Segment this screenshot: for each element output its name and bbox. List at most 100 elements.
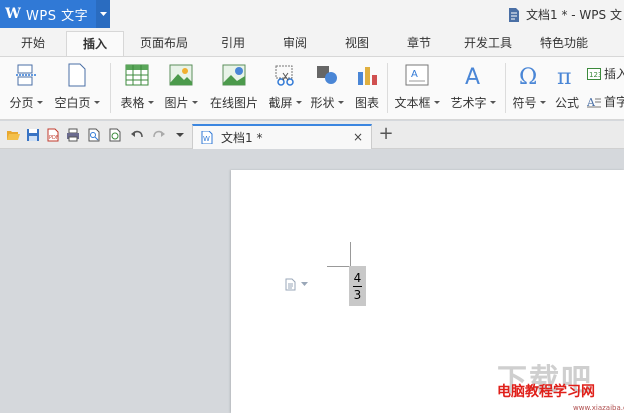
tab-special[interactable]: 特色功能 xyxy=(532,31,596,56)
picture-icon xyxy=(167,62,195,88)
chevron-down-icon xyxy=(191,101,198,104)
insert-number-button[interactable]: 123 插入 xyxy=(587,65,624,82)
omega-icon: Ω xyxy=(515,62,543,88)
chart-button[interactable]: 图表 xyxy=(352,62,382,116)
chart-label: 图表 xyxy=(354,96,379,110)
margin-marker xyxy=(327,266,351,267)
blank-page-button[interactable]: 空白页 xyxy=(52,62,102,116)
tab-view[interactable]: 视图 xyxy=(334,31,380,56)
fraction-numerator: 4 xyxy=(353,270,362,285)
bar-chart-icon xyxy=(353,62,381,88)
chevron-down-icon xyxy=(36,101,43,104)
document-icon: W xyxy=(201,131,213,144)
fraction-equation[interactable]: 4 3 xyxy=(349,266,366,306)
redo-icon[interactable] xyxy=(152,128,166,142)
tab-page-layout[interactable]: 页面布局 xyxy=(134,31,194,56)
close-icon[interactable]: × xyxy=(353,130,363,144)
tab-references[interactable]: 引用 xyxy=(210,31,256,56)
title-bar: W WPS 文字 文档1 * - WPS 文 xyxy=(0,0,624,31)
svg-text:PDF: PDF xyxy=(49,135,59,141)
ribbon-tabs: 开始 插入 页面布局 引用 审阅 视图 章节 开发工具 特色功能 xyxy=(0,31,624,57)
scissors-icon xyxy=(271,62,299,88)
paste-options-button[interactable] xyxy=(283,277,308,291)
shape-button[interactable]: 形状 xyxy=(308,62,346,116)
chevron-down-icon xyxy=(93,101,100,104)
export-pdf-icon[interactable]: PDF xyxy=(46,128,60,142)
symbol-button[interactable]: Ω 符号 xyxy=(510,62,548,116)
app-name: WPS 文字 xyxy=(26,8,89,24)
chevron-down-icon xyxy=(295,101,302,104)
wordart-label: 艺术字 xyxy=(450,96,487,110)
tab-insert[interactable]: 插入 xyxy=(66,31,124,57)
undo-icon[interactable] xyxy=(130,128,144,142)
watermark: 下载吧 电脑教程学习网 www.xiazaiba.com xyxy=(497,355,624,413)
table-label: 表格 xyxy=(120,96,145,110)
save-icon[interactable] xyxy=(26,128,40,142)
screenshot-button[interactable]: 截屏 xyxy=(266,62,304,116)
page-break-icon xyxy=(12,62,40,88)
wordart-icon: A xyxy=(459,62,487,88)
app-menu-dropdown-icon[interactable] xyxy=(96,0,110,28)
picture-label: 图片 xyxy=(164,96,189,110)
paste-icon xyxy=(285,278,296,291)
svg-text:Ω: Ω xyxy=(519,65,537,87)
svg-text:W: W xyxy=(203,135,210,143)
textbox-label: 文本框 xyxy=(394,96,431,110)
spell-check-icon[interactable] xyxy=(108,128,122,142)
dropcap-icon: A xyxy=(587,96,601,108)
window-title-text: 文档1 * - WPS 文 xyxy=(526,8,622,22)
tab-review[interactable]: 审阅 xyxy=(272,31,318,56)
tab-developer[interactable]: 开发工具 xyxy=(456,31,520,56)
app-menu-button[interactable]: W WPS 文字 xyxy=(0,0,110,28)
chevron-down-icon xyxy=(489,101,496,104)
document-icon xyxy=(509,7,519,22)
svg-text:A: A xyxy=(465,65,480,87)
ribbon-insert: 分页 空白页 表格 图片 在线图片 截屏 形状 图表 A 文本框 A 艺术字 Ω… xyxy=(0,56,624,120)
customize-dropdown-icon[interactable] xyxy=(176,131,184,139)
symbol-label: 符号 xyxy=(512,96,537,110)
table-button[interactable]: 表格 xyxy=(118,62,156,116)
chevron-down-icon xyxy=(539,101,546,104)
margin-marker xyxy=(350,242,351,267)
chevron-down-icon xyxy=(147,101,154,104)
formula-button[interactable]: π 公式 xyxy=(553,62,581,116)
print-icon[interactable] xyxy=(66,128,80,142)
new-tab-button[interactable]: + xyxy=(378,124,394,144)
wps-logo-icon: W xyxy=(5,6,21,22)
insert-number-label: 插入 xyxy=(604,67,624,81)
print-preview-icon[interactable] xyxy=(87,128,101,142)
document-tab-label: 文档1 * xyxy=(221,131,263,145)
blank-page-icon xyxy=(63,62,91,88)
online-picture-icon xyxy=(220,62,248,88)
watermark-site-name: 电脑教程学习网 xyxy=(497,384,595,400)
tab-home[interactable]: 开始 xyxy=(8,31,58,56)
shape-label: 形状 xyxy=(310,96,335,110)
pi-icon: π xyxy=(553,62,581,88)
screenshot-label: 截屏 xyxy=(268,96,293,110)
page-break-label: 分页 xyxy=(9,96,34,110)
wordart-button[interactable]: A 艺术字 xyxy=(448,62,498,116)
watermark-url: www.xiazaiba.com xyxy=(573,404,624,412)
fraction-bar xyxy=(353,285,362,287)
textbox-button[interactable]: A 文本框 xyxy=(392,62,442,116)
blank-page-label: 空白页 xyxy=(54,96,91,110)
online-picture-button[interactable]: 在线图片 xyxy=(208,62,260,116)
dropcap-button[interactable]: A 首字 xyxy=(587,93,624,110)
picture-button[interactable]: 图片 xyxy=(162,62,200,116)
svg-text:A: A xyxy=(587,96,596,108)
ribbon-separator xyxy=(387,63,388,113)
quick-access-bar: PDF W 文档1 * × + xyxy=(0,121,624,149)
window-title: 文档1 * - WPS 文 xyxy=(508,6,622,23)
formula-label: 公式 xyxy=(554,96,579,110)
textbox-icon: A xyxy=(403,62,431,88)
chevron-down-icon xyxy=(337,101,344,104)
table-icon xyxy=(123,62,151,88)
tab-section[interactable]: 章节 xyxy=(396,31,442,56)
open-folder-icon[interactable] xyxy=(6,128,20,142)
document-tab[interactable]: W 文档1 * × xyxy=(192,124,372,149)
svg-text:123: 123 xyxy=(589,71,601,79)
dropcap-label: 首字 xyxy=(604,95,624,109)
online-picture-label: 在线图片 xyxy=(209,96,258,110)
svg-text:π: π xyxy=(557,65,571,87)
page-break-button[interactable]: 分页 xyxy=(6,62,46,116)
